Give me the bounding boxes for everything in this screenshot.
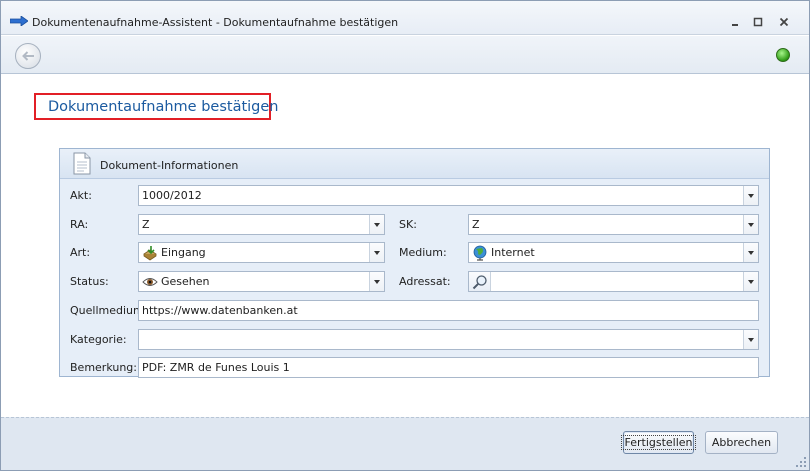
akt-value: 1000/2012 — [142, 189, 202, 202]
document-info-group: Dokument-Informationen Akt: 1000/2012 RA… — [59, 148, 770, 378]
maximize-button[interactable] — [748, 14, 768, 30]
sk-value: Z — [472, 218, 480, 231]
chevron-down-icon — [748, 250, 754, 255]
medium-label: Medium: — [399, 246, 447, 259]
chevron-down-icon — [374, 222, 380, 227]
chevron-down-icon — [748, 337, 754, 342]
ra-label: RA: — [70, 218, 89, 231]
medium-select[interactable]: Internet — [468, 242, 759, 263]
art-value: Eingang — [161, 246, 206, 259]
back-button[interactable] — [15, 43, 41, 69]
art-select[interactable]: Eingang — [138, 242, 385, 263]
sk-select[interactable]: Z — [468, 214, 759, 235]
kategorie-dropdown-button[interactable] — [743, 330, 758, 349]
status-indicator-icon — [776, 48, 790, 62]
quellmedium-input[interactable]: https://www.datenbanken.at — [138, 300, 759, 321]
status-select[interactable]: Gesehen — [138, 271, 385, 292]
status-label: Status: — [70, 275, 109, 288]
page-title-frame: Dokumentaufnahme bestätigen — [34, 93, 278, 120]
maximize-icon — [753, 17, 763, 27]
page-title: Dokumentaufnahme bestätigen — [48, 98, 279, 115]
status-value-wrap: Gesehen — [139, 274, 369, 290]
medium-value-wrap: Internet — [469, 245, 743, 261]
finish-button-label: Fertigstellen — [621, 435, 696, 450]
group-title: Dokument-Informationen — [100, 159, 239, 172]
akt-dropdown-button[interactable] — [743, 186, 758, 205]
medium-value: Internet — [491, 246, 535, 259]
minimize-icon — [732, 24, 738, 26]
group-header: Dokument-Informationen — [60, 149, 769, 179]
bemerkung-label: Bemerkung: — [70, 361, 137, 374]
dialog-window: Dokumentenaufnahme-Assistent - Dokumenta… — [0, 0, 810, 471]
close-icon — [779, 17, 789, 27]
status-value: Gesehen — [161, 275, 210, 288]
akt-select[interactable]: 1000/2012 — [138, 185, 759, 206]
chevron-down-icon — [374, 279, 380, 284]
dialog-footer: Fertigstellen Abbrechen — [1, 417, 809, 470]
adressat-label: Adressat: — [399, 275, 451, 288]
cancel-button[interactable]: Abbrechen — [705, 431, 778, 454]
chevron-down-icon — [748, 222, 754, 227]
cancel-button-label: Abbrechen — [711, 436, 772, 449]
back-arrow-icon — [22, 51, 34, 61]
quellmedium-label: Quellmedium: — [70, 304, 148, 317]
globe-icon — [473, 245, 487, 261]
window-title: Dokumentenaufnahme-Assistent - Dokumenta… — [32, 16, 399, 29]
document-icon — [73, 152, 91, 175]
art-dropdown-button[interactable] — [369, 243, 384, 262]
title-bar: Dokumentenaufnahme-Assistent - Dokumenta… — [1, 1, 809, 35]
kategorie-select[interactable] — [138, 329, 759, 350]
sk-dropdown-button[interactable] — [743, 215, 758, 234]
art-label: Art: — [70, 246, 91, 259]
eye-icon — [142, 277, 158, 286]
wizard-toolbar — [1, 36, 809, 74]
sk-label: SK: — [399, 218, 417, 231]
ra-value: Z — [142, 218, 150, 231]
quellmedium-value: https://www.datenbanken.at — [142, 304, 298, 317]
status-dropdown-button[interactable] — [369, 272, 384, 291]
close-button[interactable] — [774, 14, 794, 30]
adressat-select[interactable] — [468, 271, 759, 292]
chevron-down-icon — [748, 279, 754, 284]
medium-dropdown-button[interactable] — [743, 243, 758, 262]
arrow-right-icon — [10, 16, 28, 26]
bemerkung-value: PDF: ZMR de Funes Louis 1 — [142, 361, 290, 374]
ra-select[interactable]: Z — [138, 214, 385, 235]
bemerkung-input[interactable]: PDF: ZMR de Funes Louis 1 — [138, 357, 759, 378]
wizard-content: Dokumentaufnahme bestätigen Dokument-Inf… — [1, 75, 809, 417]
chevron-down-icon — [374, 250, 380, 255]
adressat-search-button[interactable] — [469, 272, 491, 291]
resize-grip-icon[interactable] — [795, 456, 807, 468]
chevron-down-icon — [748, 193, 754, 198]
art-value-wrap: Eingang — [139, 245, 369, 261]
kategorie-label: Kategorie: — [70, 333, 127, 346]
inbox-icon — [143, 245, 157, 260]
finish-button[interactable]: Fertigstellen — [621, 431, 696, 454]
magnifier-icon — [472, 274, 487, 289]
minimize-button[interactable] — [725, 14, 745, 30]
ra-dropdown-button[interactable] — [369, 215, 384, 234]
akt-label: Akt: — [70, 189, 92, 202]
adressat-dropdown-button[interactable] — [743, 272, 758, 291]
